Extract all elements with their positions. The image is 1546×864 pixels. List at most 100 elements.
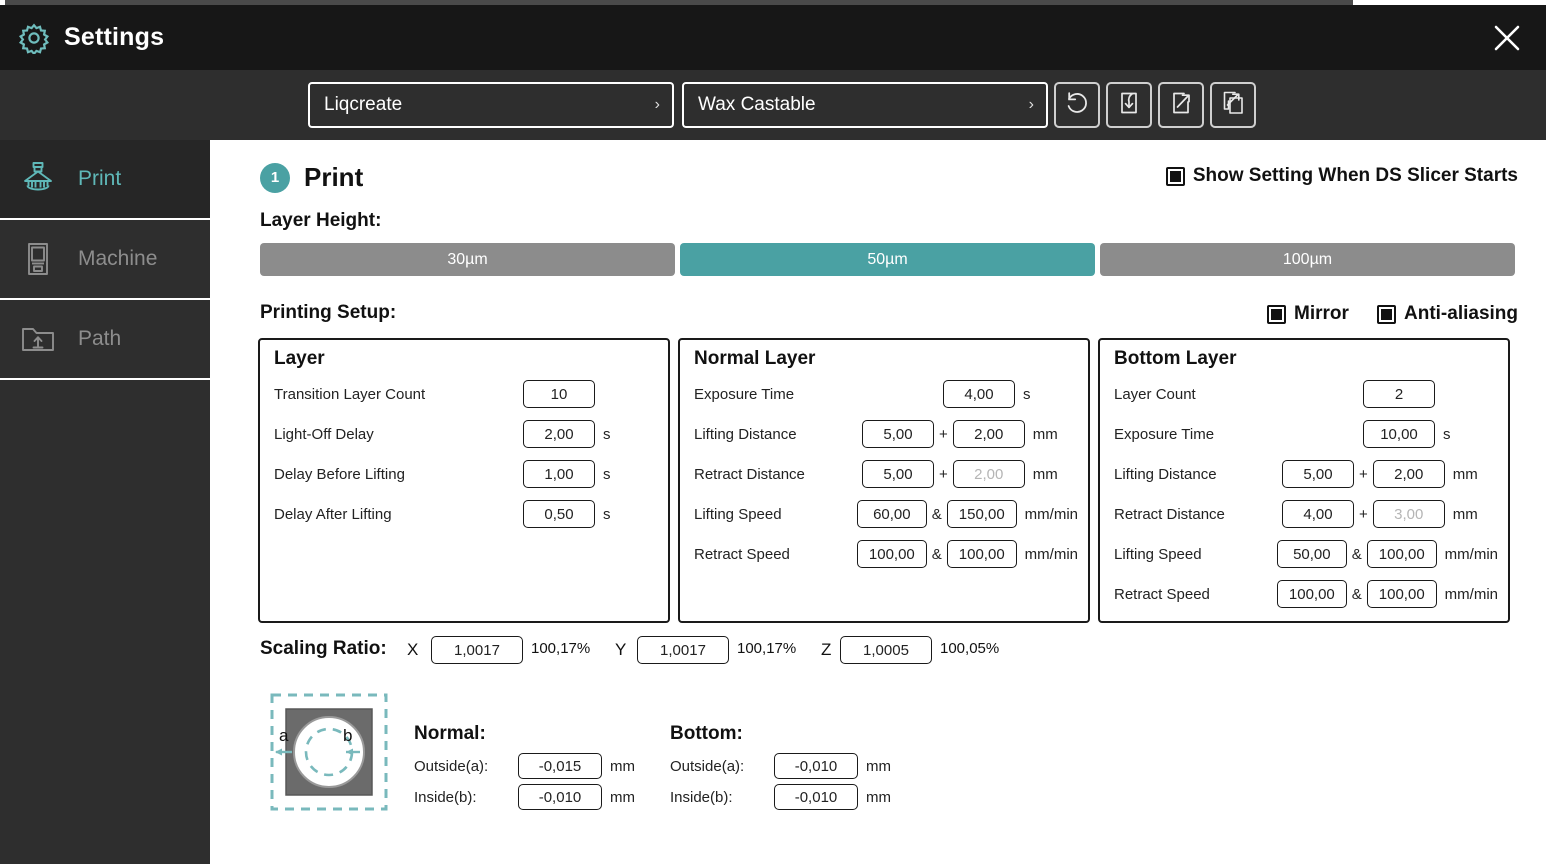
close-icon[interactable] xyxy=(1484,15,1530,61)
normal-layer-first-input[interactable]: 100,00 xyxy=(856,540,927,568)
folder-upload-icon xyxy=(18,319,58,359)
normal-layer-operator: & xyxy=(931,545,942,563)
normal-layer-first-input[interactable]: 5,00 xyxy=(862,420,934,448)
bottom-layer-value-input[interactable]: 10,00 xyxy=(1363,420,1435,448)
printer-icon xyxy=(18,159,58,199)
panel-title: Normal Layer xyxy=(694,348,816,369)
scaling-x-percent: 100,17% xyxy=(531,640,591,657)
normal-layer-row: Lifting Distance 5,00 +2,00 mm xyxy=(694,420,1078,448)
bottom-layer-unit: mm/min xyxy=(1444,585,1498,603)
normal-layer-second-input[interactable]: 2,00 xyxy=(952,420,1025,448)
sidebar-item-print[interactable]: Print xyxy=(0,140,210,220)
bottom-layer-first-input[interactable]: 4,00 xyxy=(1282,500,1354,528)
compensation-normal-inside-input[interactable]: -0,010 xyxy=(518,784,602,810)
bottom-layer-value-input[interactable]: 2 xyxy=(1363,380,1435,408)
scaling-x-input[interactable]: 1,0017 xyxy=(431,636,523,664)
sidebar-item-path[interactable]: Path xyxy=(0,300,210,380)
layer-value-input[interactable]: 10 xyxy=(523,380,595,408)
normal-layer-value-input[interactable]: 4,00 xyxy=(943,380,1015,408)
compensation-normal-inside-row: Inside(b): -0,010 mm xyxy=(414,784,635,810)
compensation-normal-outside-input[interactable]: -0,015 xyxy=(518,753,602,779)
bottom-layer-second-input[interactable]: 2,00 xyxy=(1372,460,1445,488)
bottom-layer-unit: mm xyxy=(1452,505,1478,523)
layer-row: Delay After Lifting 0,50 s xyxy=(274,500,658,528)
bottom-layer-operator: + xyxy=(1359,465,1368,483)
anti-aliasing-checkbox[interactable] xyxy=(1377,304,1396,324)
bottom-layer-row-label: Layer Count xyxy=(1114,385,1196,403)
bottom-layer-first-input[interactable]: 50,00 xyxy=(1276,540,1347,568)
scaling-z-percent: 100,05% xyxy=(940,640,1000,657)
layer-value-input[interactable]: 1,00 xyxy=(523,460,595,488)
normal-layer-first-input[interactable]: 5,00 xyxy=(862,460,934,488)
compensation-normal-outside-label: Outside(a): xyxy=(414,757,489,775)
show-setting-checkbox[interactable] xyxy=(1165,166,1185,186)
bottom-layer-panel: Bottom Layer Layer Count 2 Exposure Time 10… xyxy=(1098,338,1510,623)
normal-layer-row-label: Retract Distance xyxy=(694,465,805,483)
scaling-axis-x-label: X xyxy=(407,640,419,659)
normal-layer-unit: mm/min xyxy=(1024,505,1078,523)
compensation-normal-inside-label: Inside(b): xyxy=(414,788,477,806)
compensation-bottom-inside-unit: mm xyxy=(866,788,891,806)
export-button[interactable] xyxy=(1158,82,1204,128)
bottom-layer-row-label: Lifting Distance xyxy=(1114,465,1217,483)
sidebar: Print Machine Path xyxy=(0,140,210,864)
bottom-layer-row: Retract Speed 100,00 & 100,00 mm/min xyxy=(1114,580,1498,608)
import-button[interactable] xyxy=(1106,82,1152,128)
bottom-layer-second-input[interactable]: 100,00 xyxy=(1366,540,1437,568)
window-title: Settings xyxy=(64,23,165,51)
mirror-checkbox[interactable] xyxy=(1267,304,1286,324)
normal-layer-row-label: Lifting Speed xyxy=(694,505,782,523)
normal-layer-row: Retract Distance 5,00 +2,00 mm xyxy=(694,460,1078,488)
export-all-button[interactable] xyxy=(1210,82,1256,128)
normal-layer-row: Retract Speed 100,00 & 100,00 mm/min xyxy=(694,540,1078,568)
layer-height-option-100um[interactable]: 100µm xyxy=(1100,243,1515,276)
normal-layer-row: Lifting Speed 60,00 & 150,00 mm/min xyxy=(694,500,1078,528)
normal-layer-second-input[interactable]: 100,00 xyxy=(946,540,1017,568)
bottom-layer-row-label: Retract Distance xyxy=(1114,505,1225,523)
title-bar: Settings xyxy=(0,5,1546,70)
layer-row: Delay Before Lifting 1,00 s xyxy=(274,460,658,488)
scaling-z-input[interactable]: 1,0005 xyxy=(840,636,932,664)
layer-height-option-50um[interactable]: 50µm xyxy=(680,243,1095,276)
panel-title: Bottom Layer xyxy=(1114,348,1237,369)
layer-height-label: Layer Height: xyxy=(260,210,382,231)
material-dropdown[interactable]: Wax Castable › xyxy=(682,82,1048,128)
anti-aliasing-checkbox-row[interactable]: Anti-aliasing xyxy=(1377,303,1518,325)
compensation-bottom-outside-unit: mm xyxy=(866,757,891,775)
sidebar-item-label: Print xyxy=(78,167,122,190)
sidebar-item-machine[interactable]: Machine xyxy=(0,220,210,300)
section-header: 1 Print xyxy=(260,162,363,193)
mirror-checkbox-row[interactable]: Mirror xyxy=(1267,303,1349,325)
bottom-layer-second-input[interactable]: 100,00 xyxy=(1366,580,1437,608)
layer-value-input[interactable]: 2,00 xyxy=(523,420,595,448)
show-setting-label: Show Setting When DS Slicer Starts xyxy=(1192,165,1518,186)
compensation-normal-outside-unit: mm xyxy=(610,757,635,775)
compensation-diagram-icon: a b xyxy=(270,693,388,811)
compensation-bottom-outside-input[interactable]: -0,010 xyxy=(774,753,858,779)
normal-layer-second-input[interactable]: 150,00 xyxy=(946,500,1017,528)
normal-layer-panel: Normal Layer Exposure Time 4,00 s Lifting D… xyxy=(678,338,1090,623)
compensation-bottom-inside-input[interactable]: -0,010 xyxy=(774,784,858,810)
brand-dropdown[interactable]: Liqcreate › xyxy=(308,82,674,128)
chevron-right-icon: › xyxy=(654,96,660,113)
layer-panel: Layer Transition Layer Count 10 Light-Off … xyxy=(258,338,670,623)
settings-window: Settings Liqcreate › Wax Castable › Prin… xyxy=(0,0,1546,864)
reset-button[interactable] xyxy=(1054,82,1100,128)
normal-layer-first-input[interactable]: 60,00 xyxy=(856,500,927,528)
show-setting-checkbox-row[interactable]: Show Setting When DS Slicer Starts xyxy=(1165,165,1518,187)
layer-row-label: Delay Before Lifting xyxy=(274,465,405,483)
layer-value-input[interactable]: 0,50 xyxy=(523,500,595,528)
normal-layer-row-label: Exposure Time xyxy=(694,385,795,403)
bottom-layer-first-input[interactable]: 5,00 xyxy=(1282,460,1354,488)
bottom-layer-row: Lifting Speed 50,00 & 100,00 mm/min xyxy=(1114,540,1498,568)
layer-height-option-30um[interactable]: 30µm xyxy=(260,243,675,276)
bottom-layer-operator: & xyxy=(1351,545,1362,563)
reset-icon xyxy=(1064,90,1090,121)
scaling-y-input[interactable]: 1,0017 xyxy=(637,636,729,664)
bottom-layer-operator: & xyxy=(1351,585,1362,603)
bottom-layer-first-input[interactable]: 100,00 xyxy=(1276,580,1347,608)
bottom-layer-row: Exposure Time 10,00 s xyxy=(1114,420,1498,448)
svg-text:a: a xyxy=(279,726,289,745)
layer-row-label: Transition Layer Count xyxy=(274,385,426,403)
normal-layer-operator: + xyxy=(939,465,948,483)
